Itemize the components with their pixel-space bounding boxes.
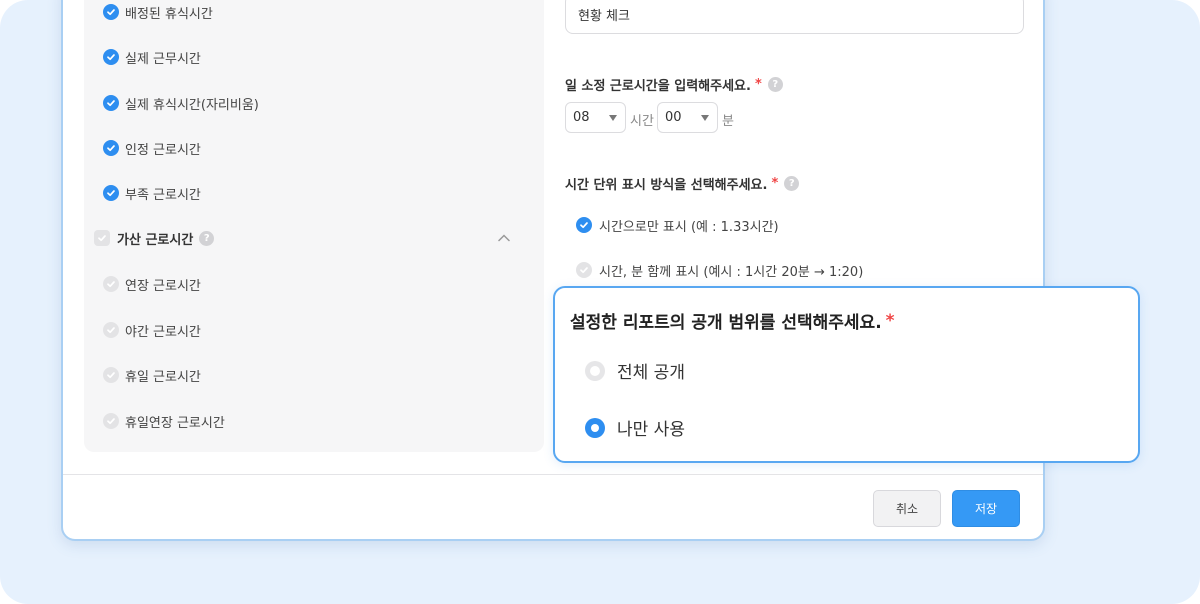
display-option-hours-minutes[interactable]: 시간, 분 함께 표시 (예시 : 1시간 20분 → 1:20) [576, 260, 863, 280]
hours-select-value: 08 [573, 110, 590, 125]
chevron-up-icon[interactable] [496, 230, 512, 246]
checkbox-label: 실제 근무시간 [125, 51, 201, 67]
question-icon[interactable]: ? [199, 230, 215, 246]
radio-public[interactable]: 전체 공개 [585, 358, 685, 383]
daily-hours-label: 일 소정 근로시간을 입력해주세요. * ? [565, 75, 783, 94]
minutes-unit: 분 [722, 114, 734, 129]
checkbox-overtime[interactable]: 연장 근로시간 [103, 273, 201, 295]
visibility-scope-card: 설정한 리포트의 공개 범위를 선택해주세요. * 전체 공개 나만 사용 [553, 286, 1140, 463]
checkbox-short-work[interactable]: 부족 근로시간 [103, 182, 201, 204]
dropdown-arrow-icon [701, 115, 709, 121]
required-mark: * [771, 176, 779, 191]
checkbox-actual-work[interactable]: 실제 근무시간 [103, 46, 201, 68]
checkbox-label: 실제 휴식시간(자리비움) [125, 97, 259, 113]
visibility-scope-title-text: 설정한 리포트의 공개 범위를 선택해주세요. [570, 313, 882, 333]
checkbox-holiday-work[interactable]: 휴일 근로시간 [103, 364, 201, 386]
checkbox-actual-break[interactable]: 실제 휴식시간(자리비움) [103, 92, 259, 114]
question-icon[interactable]: ? [784, 176, 800, 191]
checkbox-label: 야간 근로시간 [125, 324, 201, 340]
checkbox-unchecked-icon [576, 262, 592, 278]
checkbox-checked-icon [103, 140, 119, 156]
option-label: 시간, 분 함께 표시 (예시 : 1시간 20분 → 1:20) [599, 264, 864, 280]
radio-label: 전체 공개 [617, 363, 685, 383]
save-button[interactable]: 저장 [952, 490, 1020, 527]
checkbox-label: 휴일 근로시간 [125, 369, 201, 385]
checkbox-label: 휴일연장 근로시간 [125, 415, 225, 431]
checkbox-recognized-work[interactable]: 인정 근로시간 [103, 137, 201, 159]
checkbox-unchecked-icon [103, 322, 119, 338]
display-mode-label-text: 시간 단위 표시 방식을 선택해주세요. [565, 178, 768, 193]
report-name-input[interactable]: 현황 체크 [565, 0, 1024, 34]
checkbox-unchecked-icon [103, 413, 119, 429]
checkbox-checked-icon [103, 4, 119, 20]
radio-selected-icon [585, 417, 605, 438]
checkbox-unchecked-icon [103, 367, 119, 383]
visibility-scope-title: 설정한 리포트의 공개 범위를 선택해주세요. * [570, 308, 895, 334]
radio-unselected-icon [585, 360, 605, 381]
question-icon[interactable]: ? [767, 77, 783, 92]
radio-private[interactable]: 나만 사용 [585, 415, 685, 440]
checkbox-holiday-overtime[interactable]: 휴일연장 근로시간 [103, 410, 225, 432]
checkbox-checked-icon [103, 95, 119, 111]
checkbox-night-work[interactable]: 야간 근로시간 [103, 319, 201, 341]
footer-divider [63, 474, 1043, 475]
checkbox-unchecked-icon [103, 276, 119, 292]
group-additional-work[interactable]: 가산 근로시간 ? [94, 227, 524, 249]
minutes-select[interactable]: 00 [657, 102, 718, 133]
dropdown-arrow-icon [609, 115, 617, 121]
minutes-select-value: 00 [665, 110, 682, 125]
checkbox-checked-icon [103, 185, 119, 201]
daily-hours-label-text: 일 소정 근로시간을 입력해주세요. [565, 79, 751, 94]
group-checkbox[interactable] [94, 230, 110, 246]
required-mark: * [754, 77, 762, 92]
required-mark: * [885, 310, 895, 331]
checkbox-checked-icon [103, 49, 119, 65]
group-label: 가산 근로시간 [117, 232, 194, 248]
checkbox-label: 연장 근로시간 [125, 278, 201, 294]
hours-unit: 시간 [630, 114, 654, 129]
checkbox-checked-icon [576, 217, 592, 233]
display-option-hours-only[interactable]: 시간으로만 표시 (예 : 1.33시간) [576, 215, 779, 235]
checkbox-assigned-break[interactable]: 배정된 휴식시간 [103, 1, 213, 23]
radio-label: 나만 사용 [617, 420, 685, 440]
option-label: 시간으로만 표시 (예 : 1.33시간) [599, 219, 779, 235]
checkbox-label: 인정 근로시간 [125, 142, 201, 158]
hours-select[interactable]: 08 [565, 102, 626, 133]
checkbox-label: 부족 근로시간 [125, 187, 201, 203]
checkbox-label: 배정된 휴식시간 [125, 6, 213, 22]
cancel-button[interactable]: 취소 [873, 490, 941, 527]
display-mode-label: 시간 단위 표시 방식을 선택해주세요. * ? [565, 174, 800, 193]
